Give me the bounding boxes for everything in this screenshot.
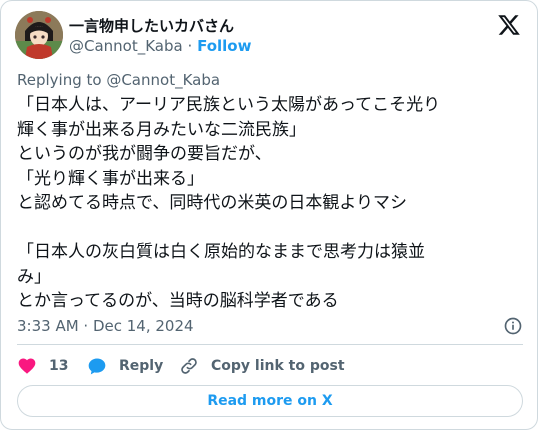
tweet-line: と認めてる時点で、同時代の米英の日本観よりマシ xyxy=(17,193,407,213)
tweet-line: 輝く事が出来る月みたいな二流民族」 xyxy=(17,119,306,140)
follow-button[interactable]: Follow xyxy=(197,37,251,55)
tweet-text: 「日本人は、アーリア民族という太陽があってこそ光り 輝く事が出来る月みたいな二流… xyxy=(17,93,523,314)
copy-link-button[interactable]: Copy link to post xyxy=(179,354,345,378)
copy-link-label: Copy link to post xyxy=(211,358,345,374)
replying-to-text: Replying to @Cannot_Kaba xyxy=(17,71,221,89)
tweet-line: というのが我が闘争の要旨だが、 xyxy=(17,144,272,164)
tweet-line: とか言ってるのが、当時の脳科学者である xyxy=(17,291,339,311)
author-handle-row: @Cannot_Kaba · Follow xyxy=(69,37,251,55)
tweet-card: 一言物申したいカバさん @Cannot_Kaba · Follow Replyi… xyxy=(0,0,538,430)
x-logo-icon[interactable] xyxy=(497,13,521,37)
tweet-line: 「日本人の灰白質は白く原始的なままで思考力は猿並 xyxy=(17,242,425,262)
read-more-button[interactable]: Read more on X xyxy=(17,385,523,417)
reply-button[interactable]: Reply xyxy=(87,354,163,378)
tweet-line: み」 xyxy=(17,266,51,287)
tweet-actions: 13 Reply Copy link to post xyxy=(17,354,523,378)
reply-bubble-icon xyxy=(88,358,106,375)
heart-icon xyxy=(18,358,36,374)
tweet-meta-row: 3:33 AM · Dec 14, 2024 xyxy=(17,316,523,336)
tweet-timestamp[interactable]: 3:33 AM · Dec 14, 2024 xyxy=(17,317,194,335)
link-icon xyxy=(181,358,197,374)
tweet-line: 「日本人は、アーリア民族という太陽があってこそ光り xyxy=(17,95,441,115)
author-handle[interactable]: @Cannot_Kaba xyxy=(69,37,183,55)
handle-separator: · xyxy=(187,37,193,55)
author-avatar[interactable] xyxy=(15,11,63,59)
like-button[interactable]: 13 xyxy=(17,354,68,378)
author-display-name[interactable]: 一言物申したいカバさん xyxy=(69,15,234,36)
reply-label: Reply xyxy=(119,358,164,374)
anime-character-avatar-icon xyxy=(15,11,63,59)
like-count: 13 xyxy=(49,358,69,374)
info-icon[interactable] xyxy=(503,316,523,336)
tweet-line: 「光り輝く事が出来る」 xyxy=(17,168,204,189)
divider xyxy=(17,344,523,345)
